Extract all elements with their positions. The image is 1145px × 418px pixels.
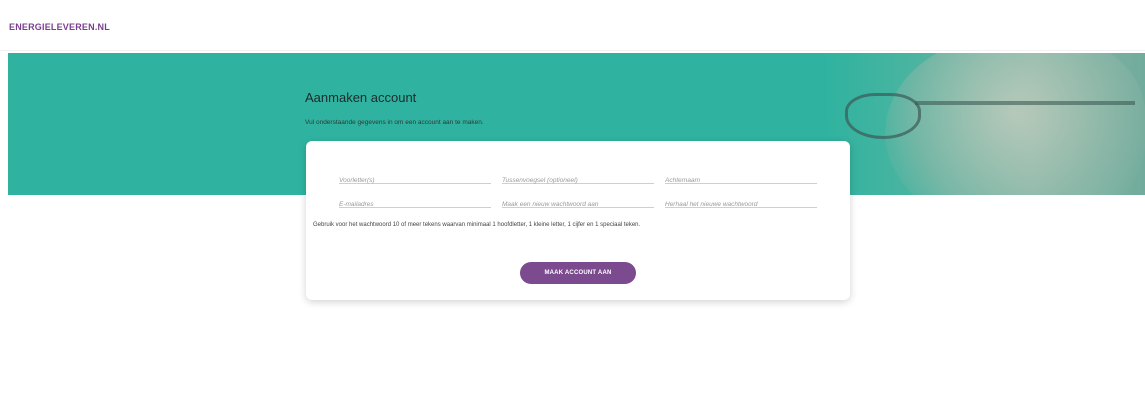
repeat-password-field [665,193,817,212]
site-header: ENERGIELEVEREN.NL [0,0,1145,51]
lastname-field [665,169,817,188]
hero-photo-glasses-bar [915,101,1135,105]
create-account-button[interactable]: MAAK ACCOUNT AAN [520,262,636,284]
email-field [339,193,491,212]
prefix-input[interactable] [502,173,654,188]
hero-photo-face [885,53,1145,195]
account-form-card: Gebruik voor het wachtwoord 10 of meer t… [306,141,850,300]
lastname-input[interactable] [665,173,817,188]
site-logo[interactable]: ENERGIELEVEREN.NL [9,22,110,32]
password-hint: Gebruik voor het wachtwoord 10 of meer t… [313,222,641,228]
hero-photo-glasses [845,93,921,139]
new-password-field [502,193,654,212]
page-subtitle: Vul onderstaande gegevens in om een acco… [305,119,484,126]
page-title: Aanmaken account [305,90,417,105]
prefix-field [502,169,654,188]
initials-field [339,169,491,188]
new-password-input[interactable] [502,197,654,212]
email-input[interactable] [339,197,491,212]
repeat-password-input[interactable] [665,197,817,212]
initials-input[interactable] [339,173,491,188]
page: ENERGIELEVEREN.NL Aanmaken account Vul o… [0,0,1145,418]
hero-photo [825,53,1145,195]
